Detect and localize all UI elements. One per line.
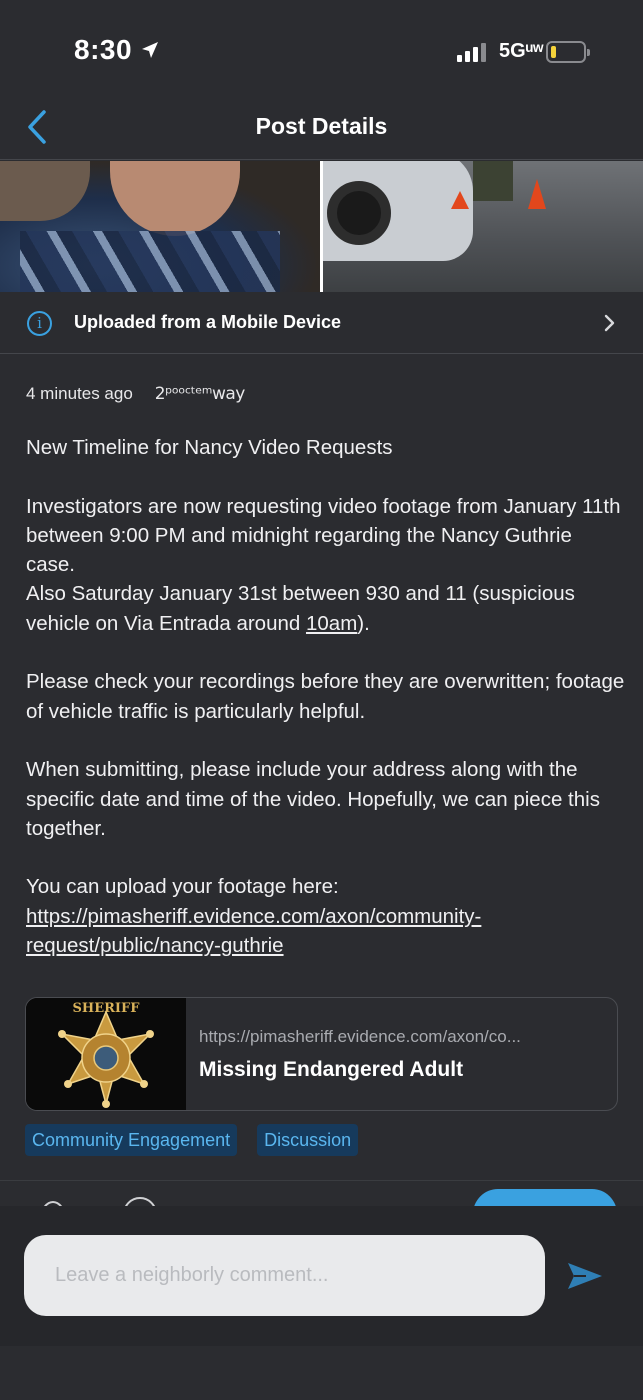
link-preview-card[interactable]: SHERIFF https://pimasheriff.evidence.com… bbox=[25, 997, 618, 1111]
post-paragraph-text: Also Saturday January 31st between 930 a… bbox=[26, 582, 575, 635]
status-bar: 8:30 5Gᵘʷ bbox=[0, 0, 643, 100]
tag-discussion[interactable]: Discussion bbox=[257, 1124, 359, 1156]
post-time-ago: 4 minutes ago bbox=[26, 384, 133, 403]
share-button[interactable] bbox=[473, 1189, 617, 1206]
post-paragraph-text: Investigators are now requesting video f… bbox=[26, 494, 621, 577]
post-paragraph-text: You can upload your footage here: bbox=[26, 875, 339, 899]
tag-community-engagement[interactable]: Community Engagement bbox=[25, 1124, 238, 1156]
reaction-icon[interactable] bbox=[38, 1195, 68, 1206]
upload-source-text: Uploaded from a Mobile Device bbox=[74, 312, 342, 332]
comment-input[interactable] bbox=[24, 1235, 545, 1316]
page-title: Post Details bbox=[255, 113, 388, 139]
comment-icon[interactable] bbox=[123, 1197, 157, 1206]
post-paragraph: Investigators are now requesting video f… bbox=[26, 492, 626, 638]
comment-bar bbox=[0, 1206, 643, 1346]
status-time: 8:30 bbox=[74, 34, 160, 66]
network-type: 5Gᵘʷ bbox=[499, 40, 544, 62]
sheriff-badge-image: SHERIFF bbox=[26, 998, 186, 1110]
post-title: New Timeline for Nancy Video Requests bbox=[26, 436, 393, 459]
post-author[interactable]: 2ᵖᵒᵒᶜᵗᵉᵐway bbox=[155, 384, 246, 404]
battery-low-icon bbox=[546, 41, 590, 63]
info-icon: i bbox=[27, 311, 52, 336]
post-meta: 4 minutes ago 2ᵖᵒᵒᶜᵗᵉᵐway bbox=[26, 384, 245, 404]
link-preview-url: https://pimasheriff.evidence.com/axon/co… bbox=[199, 1027, 521, 1046]
link-preview-title: Missing Endangered Adult bbox=[199, 1058, 464, 1081]
nav-bar: Post Details bbox=[0, 100, 643, 160]
post-photo-person[interactable] bbox=[0, 161, 320, 292]
post-tags: Community Engagement Discussion bbox=[25, 1124, 359, 1156]
time-link[interactable]: 10am bbox=[306, 612, 357, 635]
post-photos[interactable] bbox=[0, 161, 643, 292]
upload-url-link[interactable]: https://pimasheriff.evidence.com/axon/co… bbox=[26, 905, 481, 957]
bottom-bar bbox=[0, 1346, 643, 1400]
location-arrow-icon bbox=[142, 42, 159, 58]
post-paragraph: You can upload your footage here: https:… bbox=[26, 872, 626, 960]
post-paragraph: Please check your recordings before they… bbox=[26, 670, 625, 723]
post-photo-scene[interactable] bbox=[320, 161, 643, 292]
status-time-text: 8:30 bbox=[74, 34, 133, 65]
post-paragraph: When submitting, please include your add… bbox=[26, 758, 600, 840]
chevron-right-icon bbox=[604, 314, 615, 332]
post-action-bar bbox=[0, 1180, 643, 1206]
send-icon[interactable] bbox=[566, 1261, 604, 1291]
post-body: New Timeline for Nancy Video Requests In… bbox=[26, 433, 626, 990]
post-paragraph-text: ). bbox=[357, 611, 370, 635]
cellular-signal-icon bbox=[457, 42, 486, 62]
upload-source-banner[interactable]: i Uploaded from a Mobile Device bbox=[0, 292, 643, 354]
